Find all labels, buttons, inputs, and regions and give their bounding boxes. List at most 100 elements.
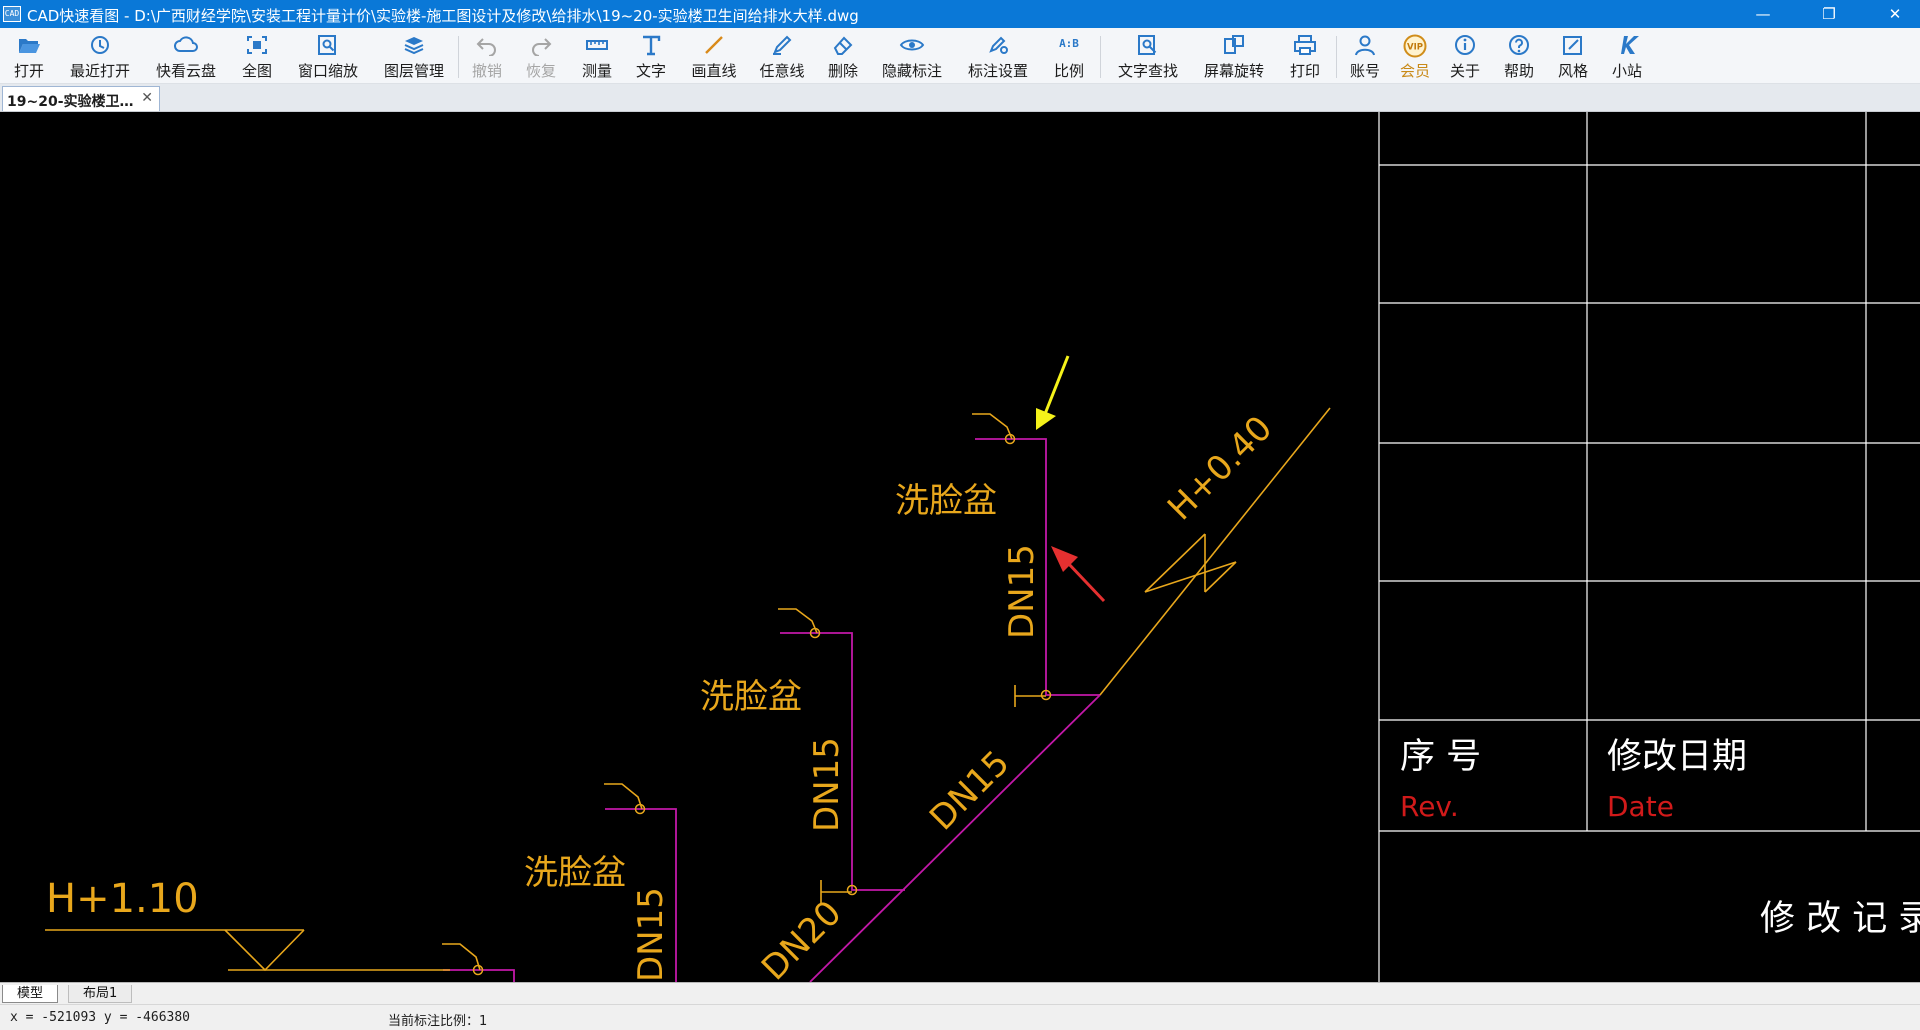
help-icon	[1506, 34, 1532, 58]
layers-button[interactable]: 图层管理	[376, 32, 452, 82]
elevation-mark-base	[1144, 561, 1237, 593]
pipe-size-label: DN15	[807, 737, 847, 832]
title-block-grid	[1378, 112, 1920, 982]
pen-icon	[769, 34, 795, 58]
recent-button[interactable]: 最近打开	[62, 32, 138, 82]
restore-button[interactable]: ❐	[1806, 0, 1852, 28]
redo-icon	[528, 34, 554, 58]
basin-branch-pipe-4	[443, 969, 515, 982]
vip-badge-icon: VIP	[1402, 34, 1428, 58]
basin-faucet-symbol	[604, 783, 643, 810]
k-logo-icon	[1614, 34, 1640, 58]
text-tool-icon	[638, 34, 664, 58]
cloud-icon	[173, 34, 199, 58]
ruler-icon	[584, 34, 610, 58]
toolbar-divider	[1100, 36, 1101, 78]
hide-mark-button[interactable]: 隐藏标注	[874, 32, 950, 82]
line-tool-icon	[701, 34, 727, 58]
title-block-date-label: 修改日期	[1607, 737, 1747, 777]
pipe-size-label: DN20	[754, 893, 849, 982]
line-button[interactable]: 画直线	[684, 32, 744, 82]
document-tab[interactable]: 19~20-实验楼卫… ✕	[2, 86, 160, 111]
window-zoom-button[interactable]: 窗口缩放	[290, 32, 366, 82]
account-button[interactable]: 账号	[1342, 32, 1388, 82]
elevation-mark-hyp	[1144, 533, 1206, 593]
basin-faucet-symbol	[442, 943, 481, 971]
minimize-button[interactable]: —	[1740, 0, 1786, 28]
open-button[interactable]: 打开	[6, 32, 52, 82]
pipe-size-label: DN15	[631, 887, 671, 982]
basin-faucet-symbol	[972, 413, 1013, 440]
freeline-button[interactable]: 任意线	[752, 32, 812, 82]
red-arrow-shaft	[1065, 560, 1106, 603]
delete-button[interactable]: 删除	[820, 32, 866, 82]
undo-icon	[474, 34, 500, 58]
scale-button[interactable]: A:B 比例	[1046, 32, 1092, 82]
eye-icon	[899, 34, 925, 58]
eraser-icon	[830, 34, 856, 58]
svg-text:VIP: VIP	[1407, 43, 1423, 53]
layers-icon	[401, 34, 427, 58]
yellow-markup-arrow	[1036, 355, 1070, 430]
red-markup-arrow	[1051, 546, 1106, 603]
layout-tab-bar: 模型 布局1	[0, 982, 1920, 1004]
folder-open-icon	[16, 34, 42, 58]
full-view-button[interactable]: 全图	[234, 32, 280, 82]
rotate-button[interactable]: 屏幕旋转	[1196, 32, 1272, 82]
basin-faucet-symbol	[778, 608, 818, 634]
info-icon	[1452, 34, 1478, 58]
rotate-screen-icon	[1221, 34, 1247, 58]
history-icon	[87, 34, 113, 58]
print-button[interactable]: 打印	[1282, 32, 1328, 82]
window-title: CAD快速看图 - D:\广西财经学院\安装工程计量计价\实验楼-施工图设计及修…	[27, 7, 859, 25]
cursor-coordinates: x = -521093 y = -466380	[10, 1010, 191, 1025]
toolbar-divider	[1336, 36, 1337, 78]
elevation-label: H+1.10	[46, 876, 199, 922]
title-bar: CAD CAD快速看图 - D:\广西财经学院\安装工程计量计价\实验楼-施工图…	[0, 0, 1920, 28]
current-mark-scale: 当前标注比例：1	[388, 1014, 488, 1029]
layout1-tab[interactable]: 布局1	[68, 985, 133, 1003]
site-button[interactable]: 小站	[1604, 32, 1650, 82]
diagonal-main-pipe	[809, 694, 1101, 982]
printer-icon	[1292, 34, 1318, 58]
toolbar-divider	[458, 36, 459, 78]
vip-button[interactable]: VIP 会员	[1392, 32, 1438, 82]
measure-button[interactable]: 测量	[574, 32, 620, 82]
title-block-record-label: 修 改 记 录	[1760, 899, 1920, 939]
scale-ratio-icon: A:B	[1059, 37, 1079, 50]
fit-view-icon	[244, 34, 270, 58]
title-block-rev-label: Rev.	[1400, 790, 1459, 823]
basin-label: 洗脸盆	[700, 677, 802, 717]
drawing-canvas[interactable]: 序 号 修改日期 Rev. Date 修 改 记 录 洗脸盆 洗脸盆 洗脸盆 D…	[0, 112, 1920, 982]
status-bar: x = -521093 y = -466380 当前标注比例：1	[0, 1004, 1920, 1030]
about-button[interactable]: 关于	[1442, 32, 1488, 82]
redo-button[interactable]: 恢复	[518, 32, 564, 82]
elevation-label: H+0.40	[1160, 408, 1280, 528]
title-block-date-en-label: Date	[1607, 790, 1674, 823]
pipe-size-label: DN15	[1002, 544, 1042, 639]
app-logo-icon: CAD	[3, 6, 21, 22]
close-tab-icon[interactable]: ✕	[141, 90, 153, 106]
basin-label: 洗脸盆	[895, 481, 997, 521]
annotation-lines	[45, 407, 1331, 972]
style-button[interactable]: 风格	[1550, 32, 1596, 82]
text-button[interactable]: 文字	[628, 32, 674, 82]
cloud-button[interactable]: 快看云盘	[148, 32, 224, 82]
undo-button[interactable]: 撤销	[464, 32, 510, 82]
yellow-arrow-shaft	[1043, 355, 1070, 415]
mark-settings-button[interactable]: 标注设置	[960, 32, 1036, 82]
user-icon	[1352, 34, 1378, 58]
help-button[interactable]: 帮助	[1496, 32, 1542, 82]
document-tab-bar: 19~20-实验楼卫… ✕	[0, 84, 1920, 112]
text-search-button[interactable]: 文字查找	[1108, 32, 1188, 82]
style-edit-icon	[1560, 34, 1586, 58]
cad-drawing: 序 号 修改日期 Rev. Date 修 改 记 录 洗脸盆 洗脸盆 洗脸盆 D…	[45, 112, 1920, 982]
elevation-mark-h110-triangle	[224, 929, 305, 972]
model-tab[interactable]: 模型	[2, 985, 59, 1003]
settings-pen-icon	[985, 34, 1011, 58]
close-button[interactable]: ✕	[1872, 0, 1918, 28]
search-doc-icon	[1135, 34, 1161, 58]
title-block-seq-label: 序 号	[1400, 737, 1481, 777]
basin-label: 洗脸盆	[524, 853, 626, 893]
main-toolbar: 打开 最近打开 快看云盘 全图 窗口缩放 图层管理 撤销 恢复 测量 文字 画直…	[0, 28, 1920, 84]
